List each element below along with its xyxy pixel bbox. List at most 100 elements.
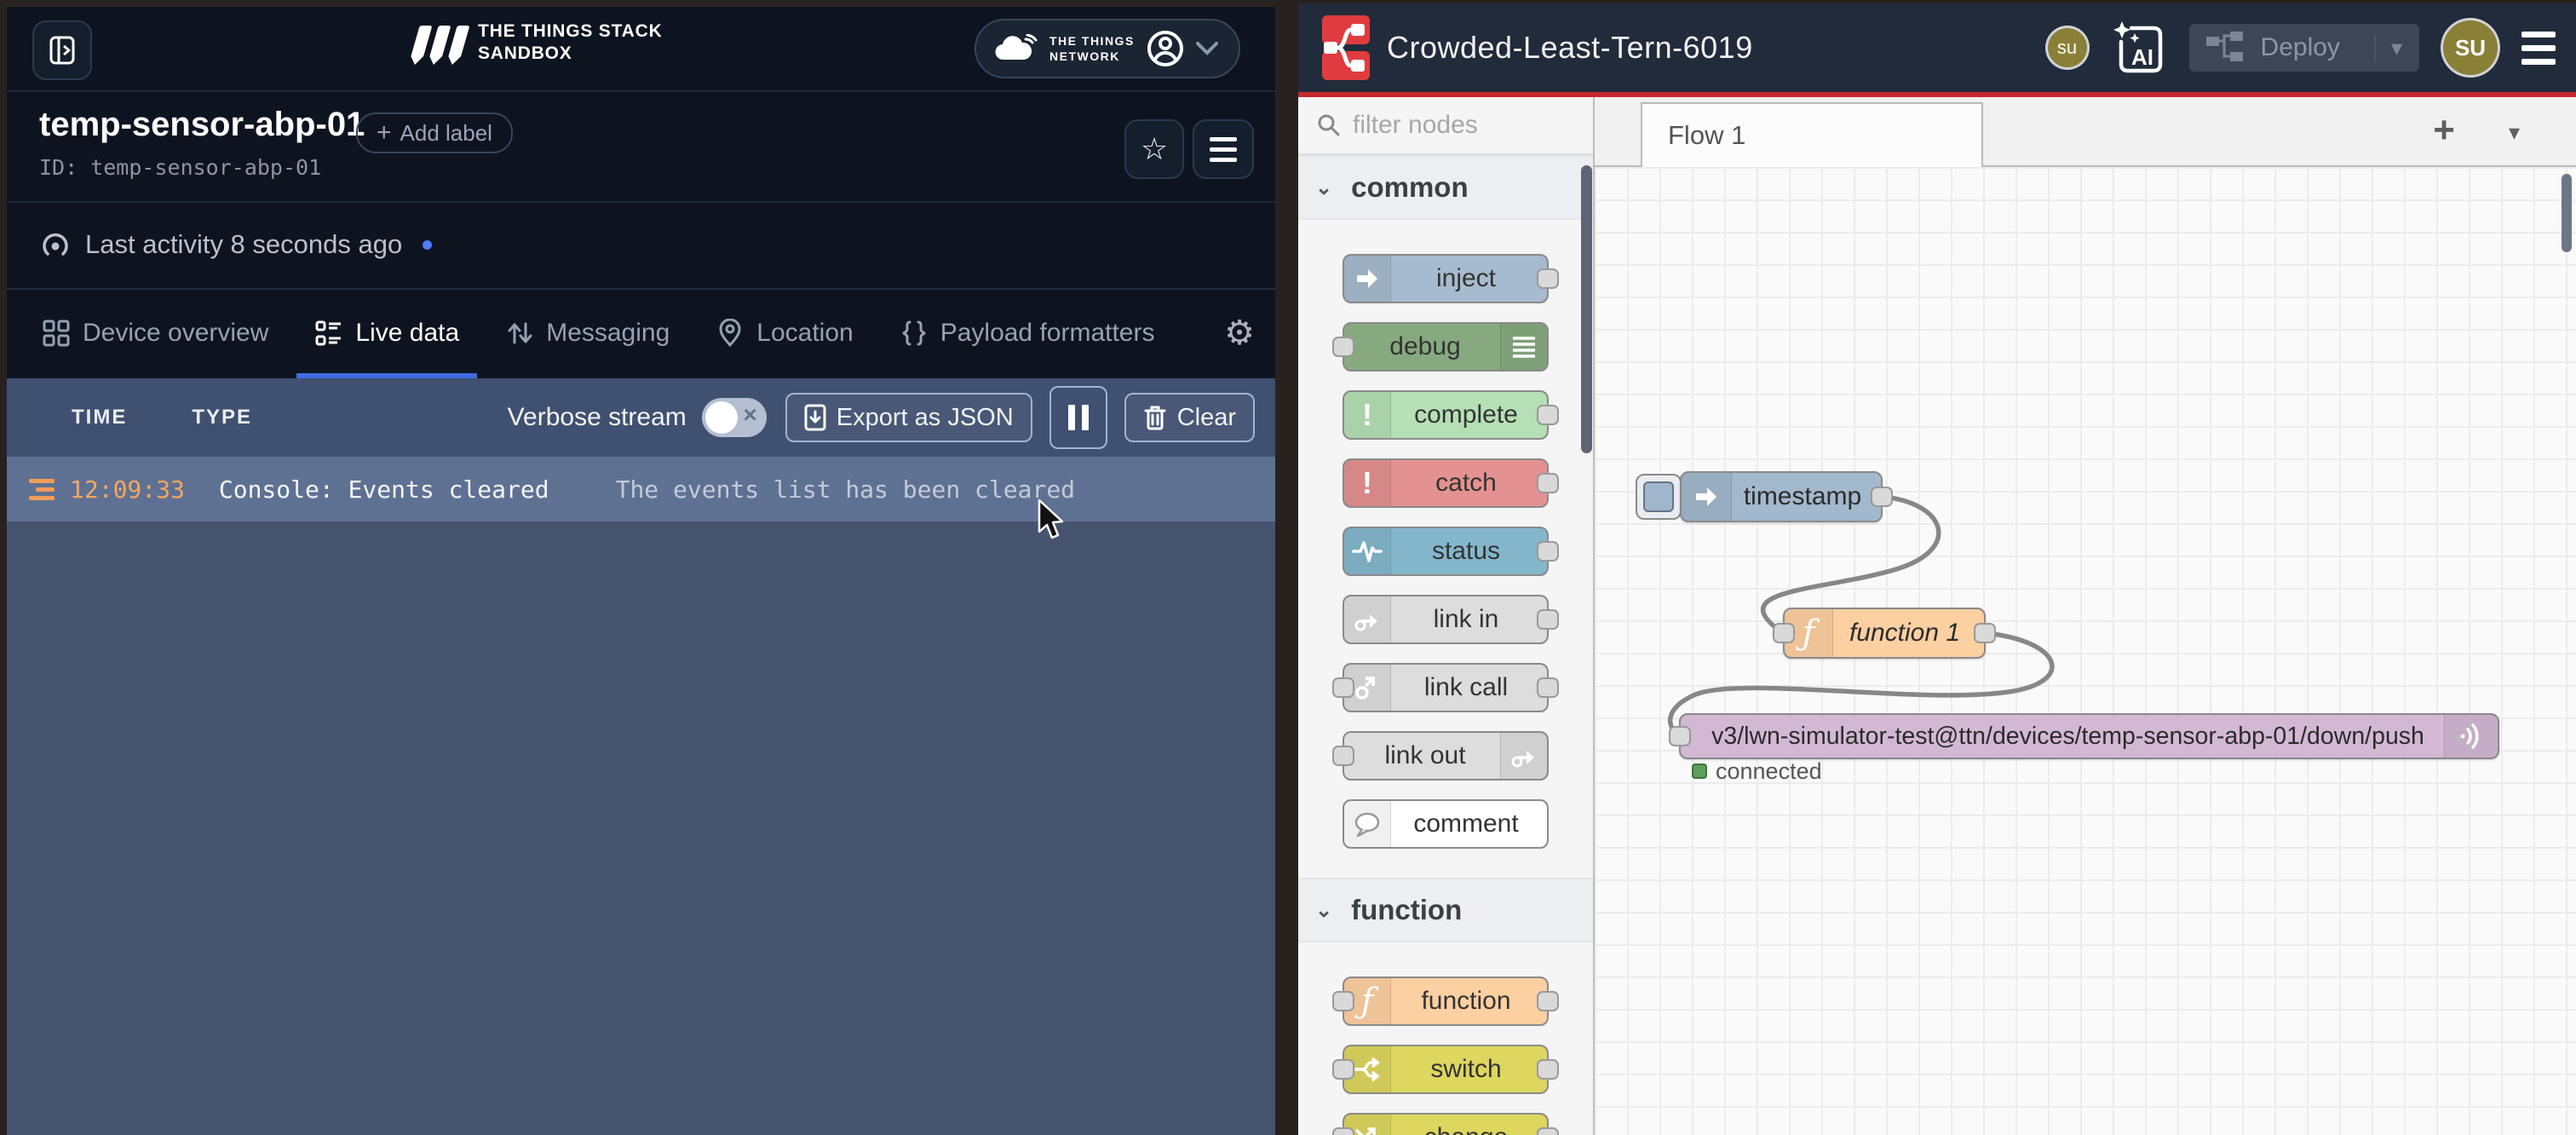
verbose-stream-toggle[interactable]: × [702, 398, 767, 437]
filter-nodes-input[interactable] [1351, 110, 1559, 141]
palette-node-catch[interactable]: ! catch [1343, 458, 1549, 508]
flow-canvas[interactable]: timestamp ƒ function 1 v3/lwn-simulator-… [1595, 167, 2576, 1135]
output-port[interactable] [1537, 268, 1559, 289]
output-port[interactable] [1537, 991, 1559, 1011]
input-port[interactable] [1332, 746, 1354, 766]
output-port[interactable] [1871, 487, 1893, 507]
tab-live-data[interactable]: Live data [291, 288, 482, 378]
event-row[interactable]: 12:09:33 Console: Events cleared The eve… [7, 457, 1275, 521]
palette-node-link-out[interactable]: link out [1343, 731, 1549, 781]
palette-scrollbar[interactable] [1581, 165, 1592, 453]
node-label: function [1390, 978, 1542, 1024]
add-label-text: Add label [400, 120, 492, 147]
palette-node-complete[interactable]: ! complete [1343, 390, 1549, 440]
output-port[interactable] [1537, 1127, 1559, 1135]
chevron-down-icon: ⌄ [1315, 898, 1332, 923]
section-label: function [1351, 894, 1462, 926]
output-port[interactable] [1537, 1059, 1559, 1080]
flow-list-caret[interactable]: ▾ [2509, 119, 2520, 146]
palette-node-change[interactable]: change [1343, 1113, 1549, 1135]
svg-text:AI: AI [2131, 44, 2153, 70]
palette-node-inject[interactable]: inject [1343, 254, 1549, 303]
header-actions: su AI Deploy ▾ SU [2048, 3, 2556, 92]
node-label: inject [1390, 256, 1542, 302]
main-menu-button[interactable] [2521, 32, 2556, 65]
ai-assistant-icon[interactable]: AI [2111, 20, 2165, 76]
palette-node-debug[interactable]: debug [1343, 322, 1549, 372]
node-label: comment [1390, 801, 1542, 847]
gear-icon: ⚙ [1224, 314, 1255, 353]
palette-node-link-call[interactable]: link call [1343, 663, 1549, 712]
palette-node-function[interactable]: ƒ function [1343, 977, 1549, 1026]
network-switcher-button[interactable]: THE THINGS NETWORK [975, 19, 1240, 78]
canvas-scrollbar[interactable] [2562, 174, 2572, 252]
canvas-node-mqtt-out[interactable]: v3/lwn-simulator-test@ttn/devices/temp-s… [1679, 713, 2499, 759]
mqtt-status-dot [1692, 763, 1707, 779]
input-port[interactable] [1332, 1059, 1354, 1080]
output-port[interactable] [1974, 623, 1996, 643]
pause-stream-button[interactable] [1049, 386, 1107, 449]
input-port[interactable] [1332, 677, 1354, 698]
event-list-empty-area [7, 521, 1275, 1135]
device-menu-button[interactable] [1193, 119, 1254, 179]
node-label: link out [1349, 733, 1501, 779]
deploy-button[interactable]: Deploy ▾ [2189, 24, 2419, 72]
inject-arrow-icon [1682, 473, 1732, 521]
palette-search[interactable] [1298, 97, 1593, 155]
input-port[interactable] [1773, 623, 1795, 643]
things-stack-logo: THE THINGS STACK SANDBOX [414, 20, 663, 66]
flow-tab-label: Flow 1 [1668, 120, 1745, 151]
palette-node-switch[interactable]: switch [1343, 1045, 1549, 1094]
add-label-button[interactable]: + Add label [356, 112, 513, 153]
tab-location[interactable]: Location [693, 288, 876, 378]
export-json-button[interactable]: Export as JSON [785, 393, 1032, 442]
palette-node-status[interactable]: status [1343, 527, 1549, 576]
node-red-logo [1320, 14, 1371, 82]
palette-node-comment[interactable]: comment [1343, 799, 1549, 849]
input-port[interactable] [1332, 337, 1354, 357]
column-header-type: TYPE [192, 406, 252, 429]
user-badge-small[interactable]: su [2048, 28, 2087, 67]
inject-trigger-button[interactable] [1636, 474, 1682, 520]
mqtt-signal-icon [2444, 715, 2498, 758]
activity-beacon-icon [39, 228, 72, 261]
network-line1: THE THINGS [1049, 34, 1135, 48]
exclamation-icon: ! [1344, 392, 1391, 438]
device-settings-gear[interactable]: ⚙ [1224, 288, 1255, 378]
deploy-dropdown-caret[interactable]: ▾ [2374, 35, 2402, 61]
input-port[interactable] [1332, 1127, 1354, 1135]
output-port[interactable] [1537, 609, 1559, 630]
canvas-node-function-1[interactable]: ƒ function 1 [1783, 608, 1986, 659]
node-label: debug [1349, 324, 1501, 370]
node-label: switch [1390, 1046, 1542, 1092]
add-flow-button[interactable]: + [2433, 109, 2455, 152]
avatar-icon [1147, 30, 1184, 67]
user-badge-large[interactable]: SU [2443, 20, 2498, 75]
bookmark-button[interactable]: ☆ [1124, 119, 1184, 179]
tab-messaging[interactable]: Messaging [482, 288, 693, 378]
logo-line2: SANDBOX [478, 43, 572, 63]
input-port[interactable] [1332, 991, 1354, 1011]
palette-section-function[interactable]: ⌄ function [1298, 878, 1593, 942]
input-port[interactable] [1669, 726, 1691, 746]
wires [1595, 167, 2576, 1135]
section-label: common [1351, 171, 1469, 204]
palette-node-link-in[interactable]: link in [1343, 595, 1549, 644]
clear-events-button[interactable]: Clear [1124, 393, 1255, 442]
toggle-knob [705, 401, 738, 434]
tab-payload-formatters[interactable]: Payload formatters [877, 288, 1178, 378]
output-port[interactable] [1537, 405, 1559, 425]
last-activity-bar: Last activity 8 seconds ago [7, 201, 1275, 290]
hamburger-icon [2521, 32, 2556, 37]
output-port[interactable] [1537, 541, 1559, 562]
export-file-icon [804, 404, 826, 431]
output-port[interactable] [1537, 473, 1559, 493]
sidebar-toggle-button[interactable] [32, 20, 92, 80]
tab-device-overview[interactable]: Device overview [19, 288, 291, 378]
flow-project-title: Crowded-Least-Tern-6019 [1387, 3, 1753, 92]
canvas-node-timestamp[interactable]: timestamp [1680, 471, 1883, 522]
deploy-nodes-icon [2206, 32, 2245, 64]
palette-section-common[interactable]: ⌄ common [1298, 155, 1593, 220]
flow-tab-1[interactable]: Flow 1 [1641, 102, 1983, 167]
output-port[interactable] [1537, 677, 1559, 698]
